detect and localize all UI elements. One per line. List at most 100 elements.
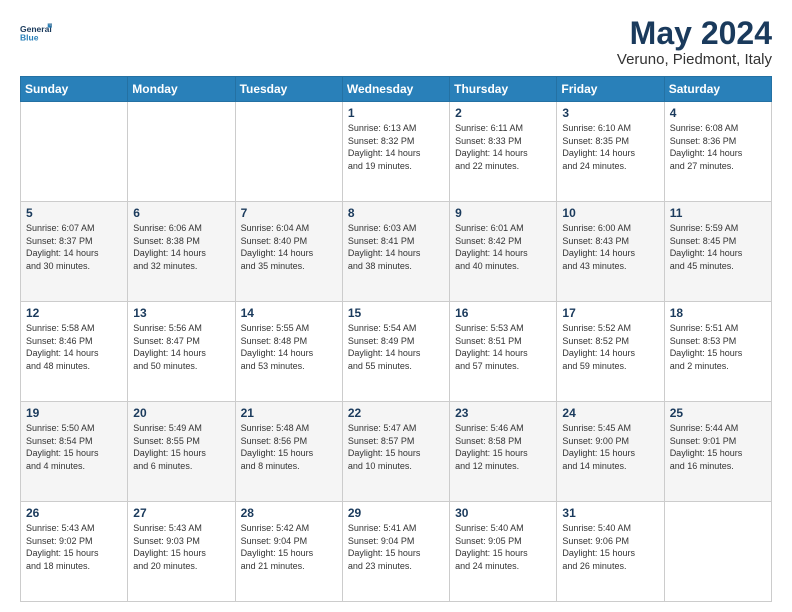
- day-number: 9: [455, 206, 551, 220]
- day-number: 3: [562, 106, 658, 120]
- day-number: 4: [670, 106, 766, 120]
- day-info: Sunrise: 5:42 AM Sunset: 9:04 PM Dayligh…: [241, 522, 337, 572]
- calendar-cell: 8 Sunrise: 6:03 AM Sunset: 8:41 PM Daylig…: [342, 202, 449, 302]
- calendar-cell: 5 Sunrise: 6:07 AM Sunset: 8:37 PM Daylig…: [21, 202, 128, 302]
- calendar-cell: [128, 102, 235, 202]
- weekday-header-row: SundayMondayTuesdayWednesdayThursdayFrid…: [21, 77, 772, 102]
- day-number: 16: [455, 306, 551, 320]
- week-row: 12 Sunrise: 5:58 AM Sunset: 8:46 PM Dayli…: [21, 302, 772, 402]
- weekday-header: Wednesday: [342, 77, 449, 102]
- calendar-cell: 21 Sunrise: 5:48 AM Sunset: 8:56 PM Dayli…: [235, 402, 342, 502]
- day-info: Sunrise: 6:07 AM Sunset: 8:37 PM Dayligh…: [26, 222, 122, 272]
- day-number: 12: [26, 306, 122, 320]
- day-info: Sunrise: 6:04 AM Sunset: 8:40 PM Dayligh…: [241, 222, 337, 272]
- day-info: Sunrise: 5:45 AM Sunset: 9:00 PM Dayligh…: [562, 422, 658, 472]
- week-row: 19Sunrise: 5:50 AM Sunset: 8:54 PM Dayli…: [21, 402, 772, 502]
- day-number: 11: [670, 206, 766, 220]
- calendar-cell: 30 Sunrise: 5:40 AM Sunset: 9:05 PM Dayli…: [450, 502, 557, 602]
- day-number: 1: [348, 106, 444, 120]
- calendar-cell: 10 Sunrise: 6:00 AM Sunset: 8:43 PM Dayli…: [557, 202, 664, 302]
- calendar-cell: 22 Sunrise: 5:47 AM Sunset: 8:57 PM Dayli…: [342, 402, 449, 502]
- calendar-table: SundayMondayTuesdayWednesdayThursdayFrid…: [20, 76, 772, 602]
- day-info: Sunrise: 5:52 AM Sunset: 8:52 PM Dayligh…: [562, 322, 658, 372]
- day-info: Sunrise: 5:41 AM Sunset: 9:04 PM Dayligh…: [348, 522, 444, 572]
- main-title: May 2024: [617, 16, 772, 51]
- day-info: Sunrise: 6:00 AM Sunset: 8:43 PM Dayligh…: [562, 222, 658, 272]
- day-number: 7: [241, 206, 337, 220]
- calendar-cell: 29 Sunrise: 5:41 AM Sunset: 9:04 PM Dayli…: [342, 502, 449, 602]
- weekday-header: Saturday: [664, 77, 771, 102]
- calendar-cell: 24 Sunrise: 5:45 AM Sunset: 9:00 PM Dayli…: [557, 402, 664, 502]
- calendar-cell: 18 Sunrise: 5:51 AM Sunset: 8:53 PM Dayli…: [664, 302, 771, 402]
- day-info: Sunrise: 5:43 AM Sunset: 9:03 PM Dayligh…: [133, 522, 229, 572]
- calendar-cell: [235, 102, 342, 202]
- day-info: Sunrise: 5:40 AM Sunset: 9:05 PM Dayligh…: [455, 522, 551, 572]
- calendar-cell: 17 Sunrise: 5:52 AM Sunset: 8:52 PM Dayli…: [557, 302, 664, 402]
- day-number: 26: [26, 506, 122, 520]
- day-number: 27: [133, 506, 229, 520]
- calendar-cell: 25Sunrise: 5:44 AM Sunset: 9:01 PM Dayli…: [664, 402, 771, 502]
- day-info: Sunrise: 6:13 AM Sunset: 8:32 PM Dayligh…: [348, 122, 444, 172]
- day-number: 18: [670, 306, 766, 320]
- day-number: 17: [562, 306, 658, 320]
- day-number: 24: [562, 406, 658, 420]
- day-info: Sunrise: 5:51 AM Sunset: 8:53 PM Dayligh…: [670, 322, 766, 372]
- calendar-cell: 2 Sunrise: 6:11 AM Sunset: 8:33 PM Daylig…: [450, 102, 557, 202]
- weekday-header: Tuesday: [235, 77, 342, 102]
- calendar-cell: 26 Sunrise: 5:43 AM Sunset: 9:02 PM Dayli…: [21, 502, 128, 602]
- week-row: 5 Sunrise: 6:07 AM Sunset: 8:37 PM Daylig…: [21, 202, 772, 302]
- day-number: 2: [455, 106, 551, 120]
- calendar-cell: 20 Sunrise: 5:49 AM Sunset: 8:55 PM Dayli…: [128, 402, 235, 502]
- calendar-cell: 9 Sunrise: 6:01 AM Sunset: 8:42 PM Daylig…: [450, 202, 557, 302]
- day-number: 15: [348, 306, 444, 320]
- day-number: 28: [241, 506, 337, 520]
- calendar-cell: 16 Sunrise: 5:53 AM Sunset: 8:51 PM Dayli…: [450, 302, 557, 402]
- week-row: 1 Sunrise: 6:13 AM Sunset: 8:32 PM Daylig…: [21, 102, 772, 202]
- subtitle: Veruno, Piedmont, Italy: [617, 51, 772, 68]
- svg-text:Blue: Blue: [20, 32, 39, 42]
- day-number: 8: [348, 206, 444, 220]
- day-info: Sunrise: 6:08 AM Sunset: 8:36 PM Dayligh…: [670, 122, 766, 172]
- day-number: 10: [562, 206, 658, 220]
- weekday-header: Monday: [128, 77, 235, 102]
- calendar-cell: 27 Sunrise: 5:43 AM Sunset: 9:03 PM Dayli…: [128, 502, 235, 602]
- calendar-cell: 13Sunrise: 5:56 AM Sunset: 8:47 PM Dayli…: [128, 302, 235, 402]
- day-info: Sunrise: 5:50 AM Sunset: 8:54 PM Dayligh…: [26, 422, 122, 472]
- day-info: Sunrise: 5:46 AM Sunset: 8:58 PM Dayligh…: [455, 422, 551, 472]
- day-info: Sunrise: 5:54 AM Sunset: 8:49 PM Dayligh…: [348, 322, 444, 372]
- day-info: Sunrise: 5:58 AM Sunset: 8:46 PM Dayligh…: [26, 322, 122, 372]
- calendar-cell: 15 Sunrise: 5:54 AM Sunset: 8:49 PM Dayli…: [342, 302, 449, 402]
- calendar-cell: 23Sunrise: 5:46 AM Sunset: 8:58 PM Dayli…: [450, 402, 557, 502]
- day-info: Sunrise: 5:56 AM Sunset: 8:47 PM Dayligh…: [133, 322, 229, 372]
- day-number: 6: [133, 206, 229, 220]
- calendar-cell: 31Sunrise: 5:40 AM Sunset: 9:06 PM Dayli…: [557, 502, 664, 602]
- title-block: May 2024 Veruno, Piedmont, Italy: [617, 16, 772, 68]
- day-number: 21: [241, 406, 337, 420]
- day-info: Sunrise: 5:53 AM Sunset: 8:51 PM Dayligh…: [455, 322, 551, 372]
- day-info: Sunrise: 6:03 AM Sunset: 8:41 PM Dayligh…: [348, 222, 444, 272]
- day-number: 31: [562, 506, 658, 520]
- week-row: 26 Sunrise: 5:43 AM Sunset: 9:02 PM Dayli…: [21, 502, 772, 602]
- day-number: 5: [26, 206, 122, 220]
- calendar-cell: [664, 502, 771, 602]
- calendar-cell: 11 Sunrise: 5:59 AM Sunset: 8:45 PM Dayli…: [664, 202, 771, 302]
- calendar-cell: 7 Sunrise: 6:04 AM Sunset: 8:40 PM Daylig…: [235, 202, 342, 302]
- day-info: Sunrise: 6:11 AM Sunset: 8:33 PM Dayligh…: [455, 122, 551, 172]
- day-info: Sunrise: 5:49 AM Sunset: 8:55 PM Dayligh…: [133, 422, 229, 472]
- calendar-cell: 4 Sunrise: 6:08 AM Sunset: 8:36 PM Daylig…: [664, 102, 771, 202]
- day-number: 14: [241, 306, 337, 320]
- day-number: 25: [670, 406, 766, 420]
- day-number: 29: [348, 506, 444, 520]
- day-info: Sunrise: 5:59 AM Sunset: 8:45 PM Dayligh…: [670, 222, 766, 272]
- calendar-cell: 19Sunrise: 5:50 AM Sunset: 8:54 PM Dayli…: [21, 402, 128, 502]
- day-info: Sunrise: 6:01 AM Sunset: 8:42 PM Dayligh…: [455, 222, 551, 272]
- day-info: Sunrise: 5:43 AM Sunset: 9:02 PM Dayligh…: [26, 522, 122, 572]
- day-info: Sunrise: 5:47 AM Sunset: 8:57 PM Dayligh…: [348, 422, 444, 472]
- day-info: Sunrise: 5:48 AM Sunset: 8:56 PM Dayligh…: [241, 422, 337, 472]
- day-info: Sunrise: 6:06 AM Sunset: 8:38 PM Dayligh…: [133, 222, 229, 272]
- weekday-header: Friday: [557, 77, 664, 102]
- day-number: 20: [133, 406, 229, 420]
- day-info: Sunrise: 6:10 AM Sunset: 8:35 PM Dayligh…: [562, 122, 658, 172]
- day-number: 22: [348, 406, 444, 420]
- day-number: 30: [455, 506, 551, 520]
